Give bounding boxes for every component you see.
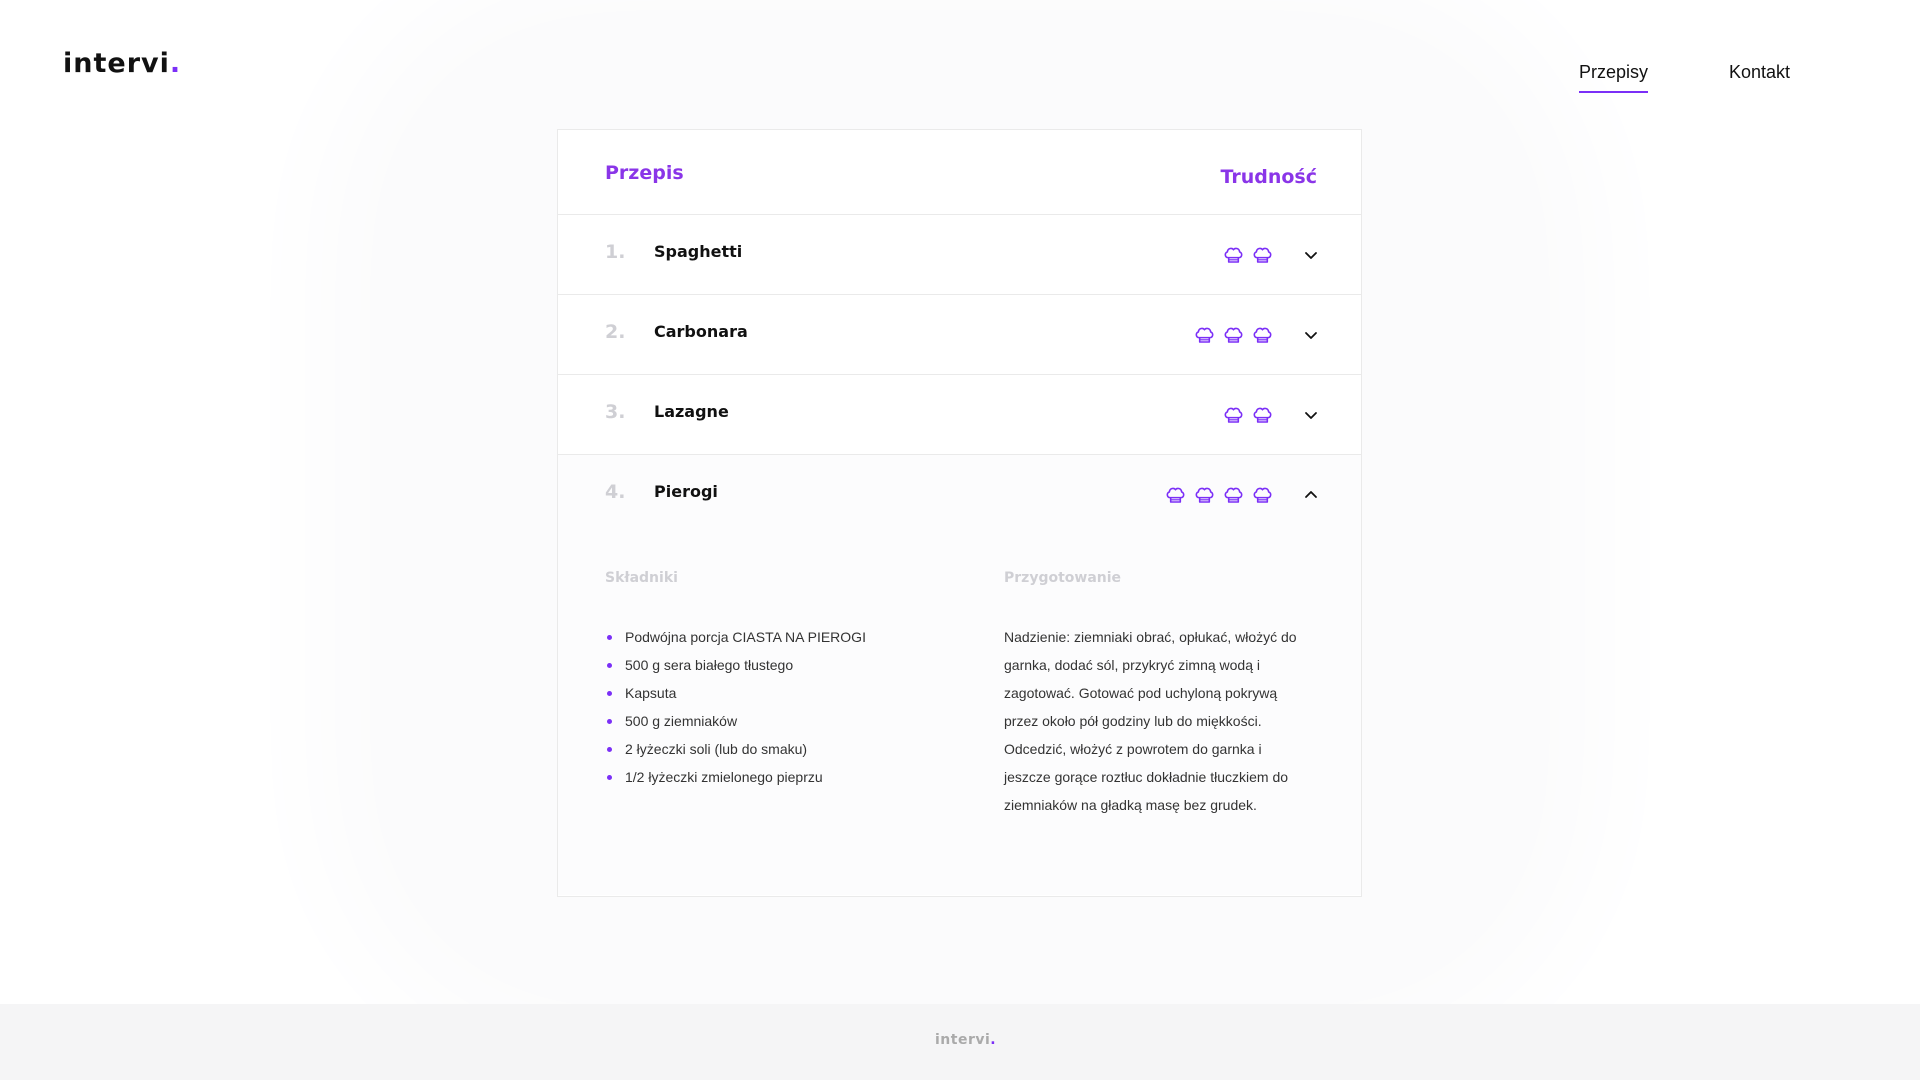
- ingredient-item: 1/2 łyżeczki zmielonego pieprzu: [605, 763, 866, 791]
- recipe-row[interactable]: 3. Lazagne: [558, 375, 1361, 455]
- chef-hat-icon: [1224, 487, 1243, 503]
- recipe-row-expanded[interactable]: 4. Pierogi: [558, 455, 1361, 535]
- nav-link-recipes[interactable]: Przepisy: [1579, 62, 1649, 93]
- recipe-number: 2.: [605, 321, 626, 343]
- recipe-number: 1.: [605, 241, 626, 263]
- ingredient-item: 2 łyżeczki soli (lub do smaku): [605, 735, 866, 763]
- ingredient-item: 500 g ziemniaków: [605, 707, 866, 735]
- difficulty-rating: [1223, 405, 1273, 425]
- recipe-name: Lazagne: [654, 402, 729, 421]
- chef-hat-icon: [1195, 327, 1214, 343]
- chef-hat-icon: [1224, 407, 1243, 423]
- footer-logo-text: intervi: [935, 1032, 991, 1048]
- recipe-name: Spaghetti: [654, 242, 743, 261]
- preparation-title: Przygotowanie: [1004, 570, 1122, 586]
- difficulty-rating: [1223, 245, 1273, 265]
- ingredients-title: Składniki: [605, 570, 678, 586]
- chevron-down-icon[interactable]: [1303, 407, 1319, 423]
- column-header-recipe: Przepis: [605, 162, 684, 184]
- chef-hat-icon: [1253, 327, 1272, 343]
- recipe-name: Carbonara: [654, 322, 748, 341]
- main-nav: Przepisy Kontakt: [0, 62, 1920, 102]
- chevron-up-icon[interactable]: [1303, 487, 1319, 503]
- chef-hat-icon: [1195, 487, 1214, 503]
- difficulty-rating: [1165, 485, 1273, 505]
- ingredient-item: Podwójna porcja CIASTA NA PIEROGI: [605, 623, 866, 651]
- ingredient-item: 500 g sera białego tłustego: [605, 651, 866, 679]
- nav-link-contact[interactable]: Kontakt: [1729, 62, 1790, 91]
- recipe-row[interactable]: 1. Spaghetti: [558, 215, 1361, 295]
- chef-hat-icon: [1253, 407, 1272, 423]
- ingredient-item: Kapsuta: [605, 679, 866, 707]
- ingredients-list: Podwójna porcja CIASTA NA PIEROGI 500 g …: [605, 623, 866, 791]
- site-header: intervi. Przepisy Kontakt: [0, 0, 1920, 110]
- chef-hat-icon: [1224, 247, 1243, 263]
- chef-hat-icon: [1224, 327, 1243, 343]
- column-header-difficulty: Trudność: [1220, 166, 1317, 188]
- chevron-down-icon[interactable]: [1303, 247, 1319, 263]
- preparation-text: Nadzienie: ziemniaki obrać, opłukać, wło…: [1004, 629, 1297, 813]
- footer-logo-dot: .: [990, 1032, 997, 1048]
- recipe-number: 3.: [605, 401, 626, 423]
- difficulty-rating: [1194, 325, 1273, 345]
- recipe-row[interactable]: 2. Carbonara: [558, 295, 1361, 375]
- chef-hat-icon: [1253, 247, 1272, 263]
- recipe-name: Pierogi: [654, 482, 718, 501]
- recipe-number: 4.: [605, 481, 626, 503]
- recipe-table: Przepis Trudność 1. Spaghetti 2. Carbona…: [557, 129, 1362, 897]
- footer-logo[interactable]: intervi.: [935, 1032, 996, 1048]
- chef-hat-icon: [1166, 487, 1185, 503]
- site-footer: intervi.: [0, 1004, 1920, 1080]
- chef-hat-icon: [1253, 487, 1272, 503]
- chevron-down-icon[interactable]: [1303, 327, 1319, 343]
- recipe-details: Składniki Przygotowanie Podwójna porcja …: [558, 535, 1361, 895]
- table-header: Przepis Trudność: [558, 130, 1361, 215]
